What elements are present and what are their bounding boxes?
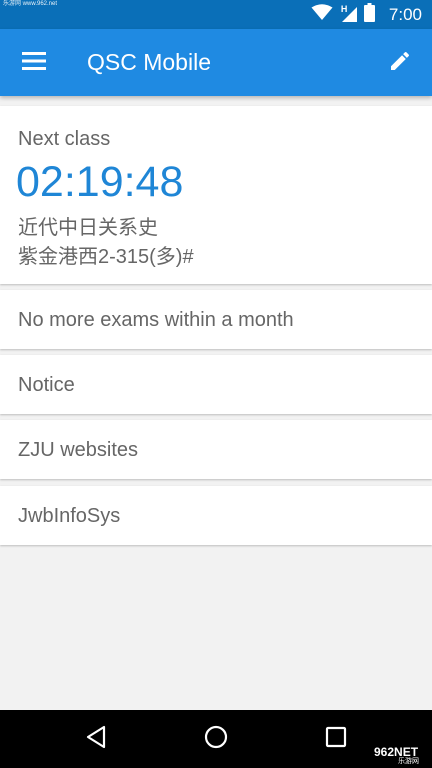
notice-card[interactable]: Notice [0,355,432,414]
status-watermark: 乐游网 www.962.net [3,1,58,7]
zju-websites-card-label: ZJU websites [18,439,139,461]
exams-card-label: No more exams within a month [18,309,294,331]
countdown-timer: 02:19:48 [16,158,184,206]
exams-card[interactable]: No more exams within a month [0,290,432,349]
battery-icon [363,2,375,27]
jwbinfosys-card-label: JwbInfoSys [18,505,121,527]
back-icon [85,725,107,754]
wifi-icon [311,3,333,26]
menu-button[interactable] [12,41,56,85]
app-title: QSC Mobile [87,49,211,75]
status-icons: H 7:00 [311,2,422,27]
next-class-label: Next class [18,128,111,150]
edit-button[interactable] [378,41,422,85]
recents-icon [325,726,347,753]
network-type-label: H [340,4,348,14]
menu-icon [22,51,46,75]
status-bar: 乐游网 www.962.net H 7:00 [0,0,432,29]
status-time: 7:00 [388,5,422,24]
app-bar: QSC Mobile [0,29,432,96]
course-location: 紫金港西2-315(多)# [18,246,194,268]
course-name: 近代中日关系史 [18,217,158,239]
badge-subtext: 乐游网 [398,758,419,765]
zju-websites-card[interactable]: ZJU websites [0,420,432,479]
cell-signal-icon: H [339,4,358,23]
jwbinfosys-card[interactable]: JwbInfoSys [0,486,432,545]
next-class-card[interactable]: Next class 02:19:48 近代中日关系史 紫金港西2-315(多)… [0,106,432,284]
home-button[interactable] [194,717,238,761]
recents-button[interactable] [314,717,358,761]
home-icon [204,725,228,754]
navigation-bar: 962NET 乐游网 [0,710,432,768]
pencil-icon [388,49,412,78]
corner-watermark-badge: 962NET 乐游网 [370,744,432,768]
notice-card-label: Notice [18,374,75,396]
back-button[interactable] [74,717,118,761]
